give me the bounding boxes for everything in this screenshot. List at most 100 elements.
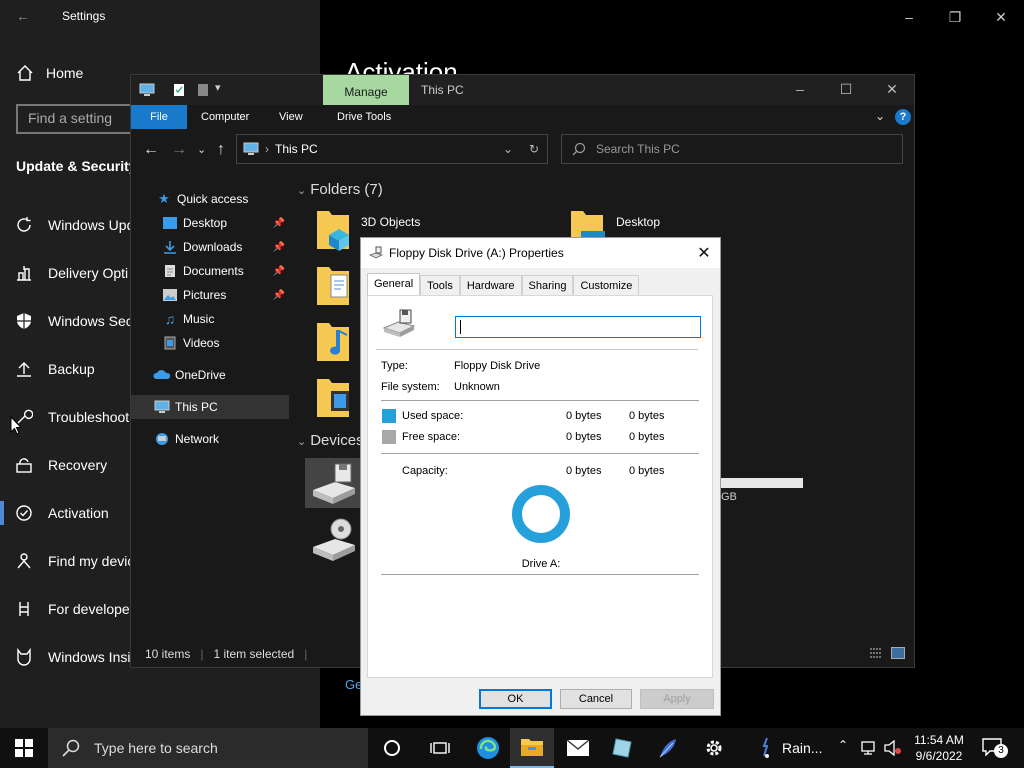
chevron-down-icon: ⌄ xyxy=(297,436,307,448)
nav-onedrive[interactable]: OneDrive xyxy=(131,363,289,387)
tab-file[interactable]: File xyxy=(131,105,187,129)
drive-name-input[interactable] xyxy=(455,316,701,338)
nav-downloads[interactable]: Downloads 📌 xyxy=(131,235,289,259)
recent-dropdown-icon[interactable]: ⌄ xyxy=(197,143,206,156)
task-view-button[interactable] xyxy=(418,728,462,768)
cancel-button[interactable]: Cancel xyxy=(560,689,632,709)
refresh-icon[interactable]: ↻ xyxy=(529,142,539,156)
tab-manage[interactable]: Manage xyxy=(323,75,409,105)
ribbon-expand-icon[interactable]: ⌄ xyxy=(875,109,885,123)
filesystem-value: Unknown xyxy=(454,381,500,393)
taskbar-mail[interactable] xyxy=(556,728,600,768)
weather-widget[interactable]: Rain... xyxy=(758,736,822,760)
taskbar-file-explorer[interactable] xyxy=(510,728,554,768)
address-dropdown-icon[interactable]: ⌄ xyxy=(503,142,513,156)
taskbar-edge[interactable] xyxy=(466,728,510,768)
nav-label: Videos xyxy=(183,336,220,350)
folders-group-header[interactable]: ⌄ Folders (7) xyxy=(297,181,383,198)
type-value: Floppy Disk Drive xyxy=(454,360,541,372)
properties-icon[interactable] xyxy=(173,83,185,97)
nav-videos[interactable]: Videos xyxy=(131,331,289,355)
volume-muted-icon[interactable] xyxy=(884,740,902,756)
folder-videos-icon xyxy=(317,379,349,417)
nav-pictures[interactable]: Pictures 📌 xyxy=(131,283,289,307)
dialog-close-icon[interactable]: ✕ xyxy=(694,244,714,264)
forward-icon[interactable]: → xyxy=(171,141,187,159)
notification-center-button[interactable]: 3 xyxy=(982,738,1008,758)
up-icon[interactable]: ↑ xyxy=(217,141,225,159)
selection-count: 1 item selected xyxy=(213,647,295,661)
tab-computer[interactable]: Computer xyxy=(191,105,259,129)
help-icon[interactable]: ? xyxy=(895,109,911,125)
device-floppy-drive-selected[interactable] xyxy=(305,458,361,508)
folder-videos[interactable] xyxy=(315,375,351,419)
address-bar[interactable]: › This PC ⌄ ↻ xyxy=(236,134,548,164)
active-indicator xyxy=(0,501,4,525)
taskbar-settings[interactable] xyxy=(692,728,736,768)
ok-button[interactable]: OK xyxy=(479,689,552,709)
floppy-drive-icon xyxy=(382,309,416,337)
music-icon: ♫ xyxy=(164,311,176,327)
activation-icon xyxy=(16,505,32,521)
nav-this-pc[interactable]: This PC xyxy=(131,395,289,419)
network-tray-icon[interactable] xyxy=(860,740,878,756)
start-button[interactable] xyxy=(2,728,46,768)
tab-sharing[interactable]: Sharing xyxy=(521,275,574,295)
new-folder-icon[interactable] xyxy=(197,83,209,97)
device-dvd-drive[interactable] xyxy=(305,515,361,565)
nav-documents[interactable]: Documents 📌 xyxy=(131,259,289,283)
pin-icon[interactable]: 📌 xyxy=(273,266,285,277)
used-space-size: 0 bytes xyxy=(629,410,665,422)
apply-button[interactable]: Apply xyxy=(640,689,714,709)
nav-music[interactable]: ♫ Music xyxy=(131,307,289,331)
floppy-drive-icon xyxy=(369,246,383,259)
videos-icon xyxy=(164,336,176,350)
details-view-icon[interactable] xyxy=(869,647,883,659)
search-placeholder: Search This PC xyxy=(596,142,680,156)
back-icon[interactable]: ← xyxy=(143,141,159,159)
tab-hardware[interactable]: Hardware xyxy=(459,275,522,295)
search-box[interactable]: Search This PC xyxy=(561,134,903,164)
home-link[interactable]: Home xyxy=(16,64,83,82)
drive-size-text: GB xyxy=(721,491,737,503)
pin-icon[interactable]: 📌 xyxy=(273,218,285,229)
devices-group-header[interactable]: ⌄ Devices xyxy=(297,432,364,449)
explorer-minimize-icon[interactable]: – xyxy=(777,81,823,101)
nav-desktop[interactable]: Desktop 📌 xyxy=(131,211,289,235)
section-heading: Update & Security xyxy=(16,158,137,174)
cortana-button[interactable] xyxy=(370,728,414,768)
nav-label: Pictures xyxy=(183,288,227,302)
show-hidden-icons-chevron-icon[interactable]: ⌃ xyxy=(838,738,848,752)
star-icon: ★ xyxy=(158,191,170,206)
folder-3d-objects[interactable] xyxy=(315,207,351,251)
pin-icon[interactable]: 📌 xyxy=(273,290,285,301)
tab-customize[interactable]: Customize xyxy=(573,275,640,295)
taskbar-app-sticky[interactable] xyxy=(600,728,644,768)
system-clock[interactable]: 11:54 AM 9/6/2022 xyxy=(908,732,970,764)
folder-music[interactable] xyxy=(315,319,351,363)
settings-item-label: Windows Upd xyxy=(48,217,135,233)
large-icons-view-icon[interactable] xyxy=(891,647,905,659)
taskbar-app-feather[interactable] xyxy=(646,728,690,768)
tab-drive-tools[interactable]: Drive Tools xyxy=(327,105,401,129)
quick-access-dropdown-icon[interactable]: ▾ xyxy=(215,81,221,94)
pin-icon[interactable]: 📌 xyxy=(273,242,285,253)
taskbar-search-box[interactable]: Type here to search xyxy=(48,728,368,768)
folder-documents[interactable] xyxy=(315,263,351,307)
nav-network[interactable]: Network xyxy=(131,427,289,451)
nav-label: Desktop xyxy=(183,216,228,230)
clock-date: 9/6/2022 xyxy=(915,749,963,763)
nav-quick-access[interactable]: ★ Quick access xyxy=(131,187,289,211)
nav-label: Quick access xyxy=(177,192,249,206)
explorer-close-icon[interactable]: ✕ xyxy=(869,81,915,101)
tab-tools[interactable]: Tools xyxy=(420,275,460,295)
drive-usage-bar xyxy=(721,478,803,488)
minimize-icon[interactable]: – xyxy=(886,6,932,28)
tab-general[interactable]: General xyxy=(367,273,421,295)
close-icon[interactable]: ✕ xyxy=(978,6,1024,28)
tab-view[interactable]: View xyxy=(269,105,313,129)
explorer-maximize-icon[interactable]: ☐ xyxy=(823,81,869,101)
computer-icon xyxy=(243,142,259,155)
restore-icon[interactable]: ❐ xyxy=(932,6,978,28)
back-arrow-icon[interactable]: ← xyxy=(16,8,30,24)
